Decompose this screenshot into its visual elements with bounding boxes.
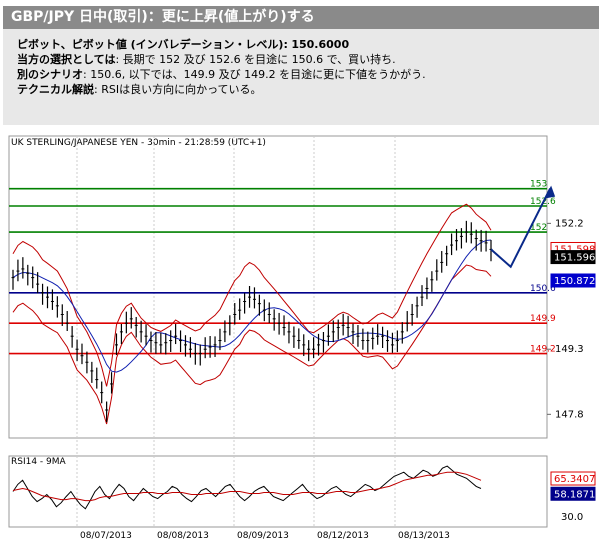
y-tick-label: 152.2: [555, 218, 584, 229]
level-label: 149.9: [530, 314, 556, 324]
rsi-y-tick-label: 30.0: [561, 512, 583, 523]
technical-label: テクニカル解説: [17, 83, 94, 96]
alternative-label: 別のシナリオ: [17, 68, 83, 81]
page-title: GBP/JPY 日中(取引)：更に上昇(値上がり)する: [11, 9, 315, 25]
price-chart-svg: UK STERLING/JAPANESE YEN - 30min - 21:28…: [8, 135, 596, 541]
rsi-tag-label: 58.1871: [554, 489, 595, 500]
analysis-panel: ピボット、ピボット値 (インバレデーション・レベル): 150.6000 当方の…: [3, 29, 599, 125]
x-tick-label: 08/08/2013: [157, 531, 209, 541]
x-tick-label: 08/09/2013: [237, 531, 289, 541]
pivot-value: 150.6000: [291, 38, 350, 51]
rsi-chart-title: RSI14 - 9MA: [11, 457, 67, 467]
y-tick-label: 147.8: [555, 409, 584, 420]
moving-average-line: [12, 239, 492, 373]
technical-text: : RSIは良い方向に向かっている。: [94, 83, 262, 96]
page-header: GBP/JPY 日中(取引)：更に上昇(値上がり)する: [3, 6, 599, 29]
rsi-ma-line: [12, 471, 482, 502]
price-tag-label: 150.872: [554, 276, 595, 287]
alternative-line: 別のシナリオ: 150.6, 以下では、149.9 及び 149.2 を目途に更…: [17, 67, 599, 82]
alternative-text: : 150.6, 以下では、149.9 及び 149.2 を目途に更に下値をうか…: [83, 68, 426, 81]
rsi-tag-label: 65.3407: [554, 474, 595, 485]
bollinger-lower-line: [12, 264, 492, 425]
y-tick-label: 149.3: [555, 344, 584, 355]
pivot-line: ピボット、ピボット値 (インバレデーション・レベル): 150.6000: [17, 37, 599, 52]
choice-line: 当方の選択としては: 長期で 152 及び 152.6 を目途に 150.6 で…: [17, 52, 599, 67]
rsi-panel-frame: [8, 455, 548, 528]
choice-text: : 長期で 152 及び 152.6 を目途に 150.6 で、買い持ち.: [115, 53, 396, 66]
main-panel-frame: [8, 135, 548, 439]
chart-area: UK STERLING/JAPANESE YEN - 30min - 21:28…: [7, 134, 599, 544]
pivot-label: ピボット、ピボット値 (インバレデーション・レベル):: [17, 38, 288, 51]
price-tag-label: 151.596: [554, 253, 595, 264]
x-tick-label: 08/13/2013: [398, 531, 450, 541]
technical-line: テクニカル解説: RSIは良い方向に向かっている。: [17, 82, 599, 97]
level-label: 149.2: [530, 345, 556, 355]
x-tick-label: 08/07/2013: [80, 531, 132, 541]
rsi-line: [12, 465, 482, 510]
choice-label: 当方の選択としては: [17, 53, 116, 66]
x-tick-label: 08/12/2013: [317, 531, 369, 541]
main-chart-title: UK STERLING/JAPANESE YEN - 30min - 21:28…: [11, 138, 266, 148]
level-label: 153: [530, 180, 547, 190]
